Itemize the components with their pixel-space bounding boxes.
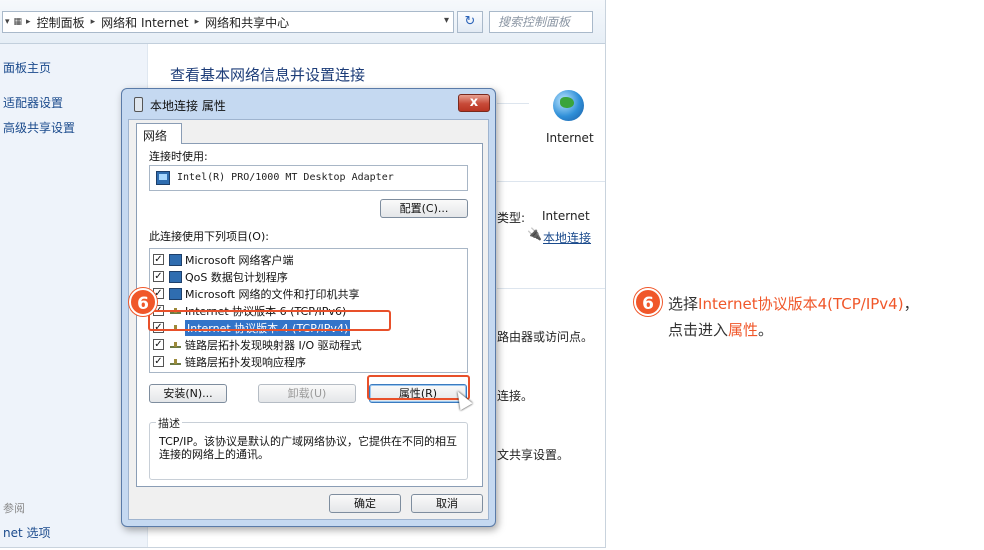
list-item-label: 链路层拓扑发现映射器 I/O 驱动程式 [185, 338, 362, 352]
search-input[interactable]: 搜索控制面板 [489, 11, 593, 33]
checkbox[interactable]: ✓ [153, 254, 164, 265]
control-panel-icon: ▦ [13, 17, 23, 27]
tab-network[interactable]: 网络 [136, 123, 182, 144]
ok-button[interactable]: 确定 [329, 494, 401, 513]
close-button[interactable]: x [458, 94, 490, 112]
protocol-icon [169, 339, 182, 351]
divider [497, 103, 529, 104]
items-label: 此连接使用下列项目(O): [149, 230, 269, 243]
network-service-icon [169, 270, 182, 283]
description-text: TCP/IP。该协议是默认的广域网络协议，它提供在不同的相互连接的网络上的通讯。 [159, 435, 457, 461]
list-item-label: QoS 数据包计划程序 [185, 270, 288, 284]
highlight-ipv4-item [148, 310, 391, 331]
network-adapter-icon: 🔌 [527, 227, 542, 241]
description-title: 描述 [156, 415, 182, 431]
list-item[interactable]: ✓ Microsoft 网络客户端 [153, 251, 465, 268]
checkbox[interactable]: ✓ [153, 339, 164, 350]
network-client-icon [169, 253, 182, 266]
refresh-button[interactable]: ↻ [457, 11, 483, 33]
divider [497, 288, 605, 289]
access-type-value: Internet [542, 209, 590, 223]
local-connection-link[interactable]: 本地连接 [543, 229, 591, 246]
adapter-field: Intel(R) PRO/1000 MT Desktop Adapter [149, 165, 468, 191]
uninstall-button[interactable]: 卸载(U) [258, 384, 356, 403]
sidebar-item-home[interactable]: 面板主页 [3, 59, 51, 76]
configure-button[interactable]: 配置(C)... [380, 199, 468, 218]
sharing-text: 文共享设置。 [497, 448, 570, 462]
connection-icon [134, 97, 143, 112]
breadcrumb-separator-icon[interactable]: ▸ [193, 17, 202, 27]
sidebar-item-adapter-settings[interactable]: 适配器设置 [3, 94, 63, 111]
internet-label: Internet [546, 131, 594, 145]
connect-text: 连接。 [497, 389, 534, 403]
instruction-text: 选择Internet协议版本4(TCP/IPv4)， 点击进入属性。 [668, 291, 984, 343]
breadcrumb-separator-icon[interactable]: ▸ [24, 17, 33, 27]
breadcrumb-separator-icon[interactable]: ▸ [89, 17, 98, 27]
protocol-icon [169, 356, 182, 368]
address-dropdown-icon[interactable]: ▾ [444, 15, 449, 26]
see-also-heading: 参阅 [3, 502, 25, 515]
address-toolbar: ▾ ▦ ▸ 控制面板 ▸ 网络和 Internet ▸ 网络和共享中心 ▾ ↻ … [0, 0, 605, 44]
checkbox[interactable]: ✓ [153, 271, 164, 282]
breadcrumb-network-sharing-center[interactable]: 网络和共享中心 [201, 14, 293, 31]
instruction-text-part: 选择 [668, 295, 699, 313]
list-item[interactable]: ✓ QoS 数据包计划程序 [153, 268, 465, 285]
list-item[interactable]: ✓ Microsoft 网络的文件和打印机共享 [153, 285, 465, 302]
sidebar-item-internet-options[interactable]: net 选项 [3, 524, 51, 541]
router-text: 路由器或访问点。 [497, 330, 594, 344]
checkbox[interactable]: ✓ [153, 356, 164, 367]
step-badge: 6 [129, 288, 157, 316]
cancel-button[interactable]: 取消 [411, 494, 483, 513]
nav-dropdown-icon[interactable]: ▾ [3, 17, 12, 27]
dialog-title: 本地连接 属性 [150, 99, 226, 113]
list-item-label: Microsoft 网络客户端 [185, 253, 294, 267]
instruction-text-part: 。 [758, 321, 774, 339]
divider [497, 181, 605, 182]
properties-dialog: 本地连接 属性 x 网络 连接时使用: Intel(R) PRO/1000 MT… [121, 88, 496, 527]
page-title: 查看基本网络信息并设置连接 [170, 66, 366, 84]
list-item-label: Microsoft 网络的文件和打印机共享 [185, 287, 360, 301]
address-bar[interactable]: ▾ ▦ ▸ 控制面板 ▸ 网络和 Internet ▸ 网络和共享中心 ▾ [2, 11, 454, 33]
instruction-line-1: 选择Internet协议版本4(TCP/IPv4)， [668, 291, 984, 317]
instruction-highlight: Internet协议版本4(TCP/IPv4) [698, 295, 904, 313]
sidebar-item-advanced-sharing[interactable]: 高级共享设置 [3, 119, 75, 136]
instruction-highlight: 属性 [728, 321, 759, 339]
description-group: 描述 TCP/IP。该协议是默认的广域网络协议，它提供在不同的相互连接的网络上的… [149, 415, 468, 480]
list-item-label: 链路层拓扑发现响应程序 [185, 355, 306, 369]
network-service-icon [169, 287, 182, 300]
instruction-text-part: 点击进入 [668, 321, 729, 339]
breadcrumb-network-internet[interactable]: 网络和 Internet [97, 14, 192, 31]
connect-using-label: 连接时使用: [149, 150, 208, 163]
instruction-text-part: ， [903, 295, 919, 313]
instruction-line-2: 点击进入属性。 [668, 317, 984, 343]
network-card-icon [156, 171, 170, 185]
access-type-label: 类型: [497, 211, 526, 225]
breadcrumb-control-panel[interactable]: 控制面板 [33, 14, 89, 31]
install-button[interactable]: 安装(N)... [149, 384, 227, 403]
step-badge: 6 [634, 288, 662, 316]
list-item[interactable]: ✓ 链路层拓扑发现响应程序 [153, 353, 465, 370]
list-item[interactable]: ✓ 链路层拓扑发现映射器 I/O 驱动程式 [153, 336, 465, 353]
globe-icon [553, 90, 584, 121]
adapter-name: Intel(R) PRO/1000 MT Desktop Adapter [177, 172, 394, 183]
